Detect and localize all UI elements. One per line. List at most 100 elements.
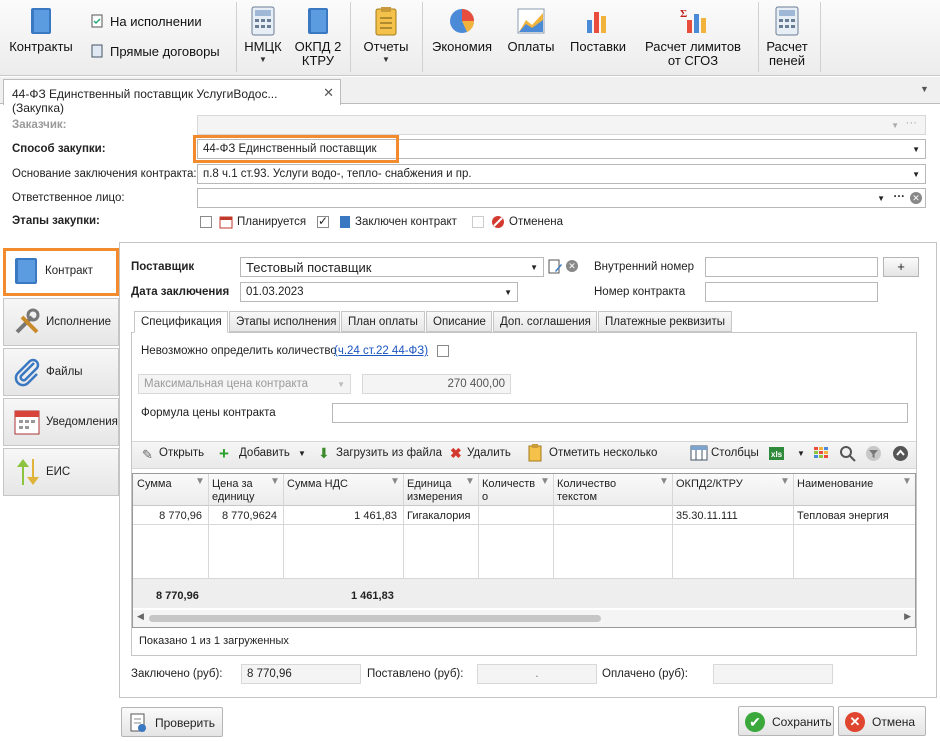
stage-cancelled-checkbox[interactable]	[472, 216, 484, 228]
add-button[interactable]: Добавить	[239, 447, 290, 459]
filter-icon[interactable]: ▼	[780, 476, 790, 487]
stage-cancelled-label: Отменена	[509, 216, 564, 228]
scroll-thumb[interactable]	[149, 615, 601, 622]
document-icon	[91, 44, 103, 58]
filter-icon[interactable]: ▼	[540, 476, 550, 487]
nav-eis[interactable]: ЕИС	[3, 448, 119, 496]
filter-clear-icon[interactable]	[865, 445, 882, 462]
supplier-select[interactable]: Тестовый поставщик ▼	[240, 257, 544, 277]
contract-number-input[interactable]	[705, 282, 878, 302]
ribbon: Контракты На исполнении Прямые договоры …	[0, 0, 940, 76]
payments-label: Оплаты	[507, 39, 555, 54]
nmck-button[interactable]: НМЦК ▼	[240, 6, 286, 64]
total-vat: 1 461,83	[351, 590, 394, 602]
filter-icon[interactable]: ▼	[465, 476, 475, 487]
grid-header-cell[interactable]: Цена за единицу	[212, 478, 254, 504]
tab-payment-plan[interactable]: План оплаты	[341, 311, 425, 332]
stage-planned-checkbox[interactable]	[200, 216, 212, 228]
document-check-icon	[130, 713, 146, 732]
stage-signed-checkbox[interactable]: ✓	[317, 214, 329, 228]
internal-number-label: Внутренний номер	[594, 261, 695, 273]
filter-icon[interactable]: ▼	[390, 476, 400, 487]
tab-description[interactable]: Описание	[426, 311, 492, 332]
close-icon[interactable]: ✕	[323, 85, 334, 101]
open-button[interactable]: Открыть	[159, 447, 204, 459]
book-icon	[308, 8, 328, 34]
nav-notifications[interactable]: Уведомления	[3, 398, 119, 446]
direct-contracts-button[interactable]: Прямые договоры	[110, 45, 220, 59]
tab-supplements[interactable]: Доп. соглашения	[493, 311, 597, 332]
filter-icon[interactable]: ▼	[270, 476, 280, 487]
document-tab[interactable]: 44-ФЗ Единственный поставщик УслугиВодос…	[3, 79, 341, 115]
contracts-button[interactable]: Контракты	[4, 6, 78, 54]
clear-icon[interactable]: ✕	[566, 260, 578, 272]
date-picker[interactable]: 01.03.2023 ▼	[240, 282, 518, 302]
reports-button[interactable]: Отчеты ▼	[356, 6, 416, 64]
grid-scrollbar[interactable]: ◀ ▶	[133, 610, 915, 627]
grid-header-cell[interactable]: ОКПД2/КТРУ	[676, 478, 743, 491]
grid-header-label: Цена за	[212, 478, 253, 490]
okpd-button[interactable]: ОКПД 2 КТРУ	[290, 6, 346, 68]
date-label: Дата заключения	[131, 286, 230, 298]
ribbon-separator	[236, 2, 237, 72]
qty-law-link[interactable]: (ч.24 ст.22 44-ФЗ)	[334, 345, 428, 357]
svg-text:Σ: Σ	[680, 8, 687, 20]
cancel-button[interactable]: ✕ Отмена	[838, 706, 926, 736]
chevron-down-icon[interactable]: ▼	[877, 194, 885, 203]
deliveries-button[interactable]: Поставки	[564, 6, 632, 54]
basis-select[interactable]: п.8 ч.1 ст.93. Услуги водо-, тепло- снаб…	[197, 164, 926, 184]
search-icon[interactable]	[839, 445, 856, 462]
nav-files[interactable]: Файлы	[3, 348, 119, 396]
edit-document-icon[interactable]	[548, 259, 563, 275]
grid-header-cell[interactable]: Количеств о	[482, 478, 535, 504]
grid-header-cell[interactable]: Количество текстом	[557, 478, 616, 504]
tabstrip-menu-icon[interactable]: ▼	[920, 84, 929, 94]
internal-number-input[interactable]	[705, 257, 878, 277]
check-button[interactable]: Проверить	[121, 707, 223, 737]
in-progress-button[interactable]: На исполнении	[110, 15, 202, 29]
total-sum: 8 770,96	[156, 590, 199, 602]
grid-header-cell[interactable]: Сумма НДС	[287, 478, 348, 491]
ribbon-separator	[422, 2, 423, 72]
economy-button[interactable]: Экономия	[426, 6, 498, 54]
book-icon	[15, 258, 37, 284]
limits-button[interactable]: Σ Расчет лимитов от СГОЗ	[636, 6, 750, 68]
tab-execution-stages[interactable]: Этапы исполнения	[229, 311, 340, 332]
responsible-select[interactable]: ▼ ··· ✕	[197, 188, 926, 208]
formula-input[interactable]	[332, 403, 908, 423]
clear-icon[interactable]: ✕	[910, 192, 922, 204]
columns-button[interactable]: Столбцы	[711, 447, 759, 459]
filter-icon[interactable]: ▼	[195, 476, 205, 487]
penalty-button[interactable]: Расчет пеней	[760, 6, 814, 68]
tab-payment-details[interactable]: Платежные реквизиты	[598, 311, 732, 332]
delete-button[interactable]: Удалить	[467, 447, 511, 459]
grid-header-cell[interactable]: Сумма	[137, 478, 172, 491]
check-button-label: Проверить	[155, 716, 216, 730]
collapse-up-icon[interactable]	[892, 445, 909, 462]
add-dropdown-icon[interactable]: ▼	[298, 449, 306, 458]
save-button[interactable]: ✔ Сохранить	[738, 706, 834, 736]
check-icon: ✔	[745, 712, 765, 732]
basis-value: п.8 ч.1 ст.93. Услуги водо-, тепло- снаб…	[203, 168, 472, 180]
grid-header-cell[interactable]: Единица измерения	[407, 478, 462, 504]
load-from-file-button[interactable]: Загрузить из файла	[336, 447, 442, 459]
tab-specification[interactable]: Спецификация	[134, 311, 228, 333]
qty-checkbox[interactable]	[437, 345, 449, 357]
filter-icon[interactable]: ▼	[659, 476, 669, 487]
grid-header-cell[interactable]: Наименование	[797, 478, 873, 491]
nav-contract[interactable]: Контракт	[3, 248, 119, 296]
add-number-button[interactable]: +	[883, 257, 919, 277]
nav-execution[interactable]: Исполнение	[3, 298, 119, 346]
excel-icon[interactable]: xls	[768, 446, 785, 461]
scroll-right-icon[interactable]: ▶	[904, 611, 911, 622]
filter-icon[interactable]: ▼	[902, 476, 912, 487]
export-dropdown-icon[interactable]: ▼	[797, 449, 805, 458]
grid-column-divider	[403, 474, 404, 578]
mark-several-button[interactable]: Отметить несколько	[549, 447, 657, 459]
ribbon-separator	[350, 2, 351, 72]
more-icon[interactable]: ···	[894, 191, 906, 203]
grid-settings-icon[interactable]	[813, 446, 829, 460]
more-icon: ···	[905, 117, 918, 129]
payments-button[interactable]: Оплаты	[502, 6, 560, 54]
scroll-left-icon[interactable]: ◀	[137, 611, 144, 622]
